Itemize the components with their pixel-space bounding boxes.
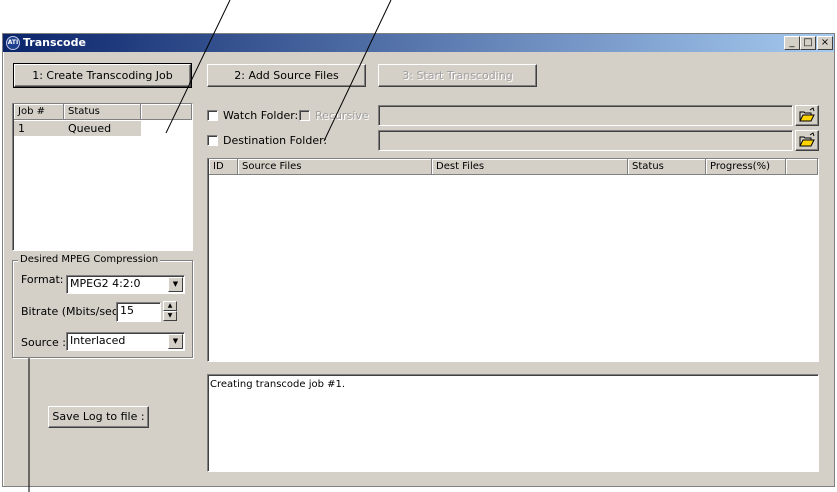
bitrate-label: Bitrate (Mbits/sec) (21, 305, 123, 318)
job-status-cell: Queued (68, 122, 112, 135)
bitrate-input[interactable]: 15 (116, 302, 161, 322)
empty-column-header (141, 104, 192, 120)
start-transcoding-button[interactable]: 3: Start Transcoding (378, 64, 537, 87)
format-dropdown-arrow-icon[interactable]: ▼ (168, 277, 183, 292)
file-list[interactable]: ID Source Files Dest Files Status Progre… (207, 158, 819, 362)
destination-folder-label: Destination Folder: (223, 134, 328, 147)
window-title: Transcode (23, 36, 86, 49)
file-status-column-header[interactable]: Status (628, 159, 706, 175)
format-select[interactable]: MPEG2 4:2:0 ▼ (66, 275, 185, 294)
recursive-checkbox[interactable] (299, 110, 310, 121)
format-value: MPEG2 4:2:0 (70, 277, 141, 290)
title-bar[interactable] (3, 34, 834, 52)
close-button[interactable]: × (817, 36, 833, 50)
format-label: Format: (21, 273, 64, 286)
source-files-column-header[interactable]: Source Files (238, 159, 432, 175)
compression-group-label: Desired MPEG Compression (18, 254, 161, 265)
bitrate-down-icon[interactable]: ▼ (163, 311, 177, 321)
source-dropdown-arrow-icon[interactable]: ▼ (168, 334, 183, 349)
dest-files-column-header[interactable]: Dest Files (432, 159, 628, 175)
watch-folder-checkbox[interactable] (207, 110, 218, 121)
log-textarea[interactable]: Creating transcode job #1. (207, 374, 819, 472)
table-row[interactable]: 1 Queued (14, 121, 141, 136)
bitrate-value: 15 (120, 304, 134, 317)
minimize-button[interactable]: _ (784, 36, 800, 50)
open-folder-icon (799, 132, 815, 147)
log-text: Creating transcode job #1. (210, 379, 346, 390)
open-folder-icon (799, 107, 815, 122)
app-logo-icon: ATI (6, 36, 20, 50)
bitrate-up-icon[interactable]: ▲ (163, 301, 177, 311)
recursive-label: Recursive (315, 109, 369, 122)
create-job-button[interactable]: 1: Create Transcoding Job (13, 63, 192, 88)
empty-files-column-header (786, 159, 818, 175)
maximize-button[interactable]: □ (800, 36, 816, 50)
progress-column-header[interactable]: Progress(%) (706, 159, 786, 175)
id-column-header[interactable]: ID (209, 159, 238, 175)
status-column-header[interactable]: Status (64, 104, 141, 120)
add-source-files-button[interactable]: 2: Add Source Files (207, 64, 366, 87)
job-column-header[interactable]: Job # (14, 104, 64, 120)
watch-folder-path-input[interactable] (378, 105, 793, 126)
watch-folder-label: Watch Folder: (223, 109, 299, 122)
job-list[interactable]: Job # Status 1 Queued (12, 103, 193, 251)
source-select[interactable]: Interlaced ▼ (66, 332, 185, 351)
source-label: Source : (21, 336, 66, 349)
source-value: Interlaced (70, 334, 126, 347)
destination-folder-browse-button[interactable] (795, 130, 819, 151)
watch-folder-browse-button[interactable] (795, 105, 819, 126)
job-number-cell: 1 (18, 122, 25, 135)
destination-folder-checkbox[interactable] (207, 135, 218, 146)
destination-folder-path-input[interactable] (378, 130, 793, 151)
save-log-button[interactable]: Save Log to file : (48, 406, 149, 428)
